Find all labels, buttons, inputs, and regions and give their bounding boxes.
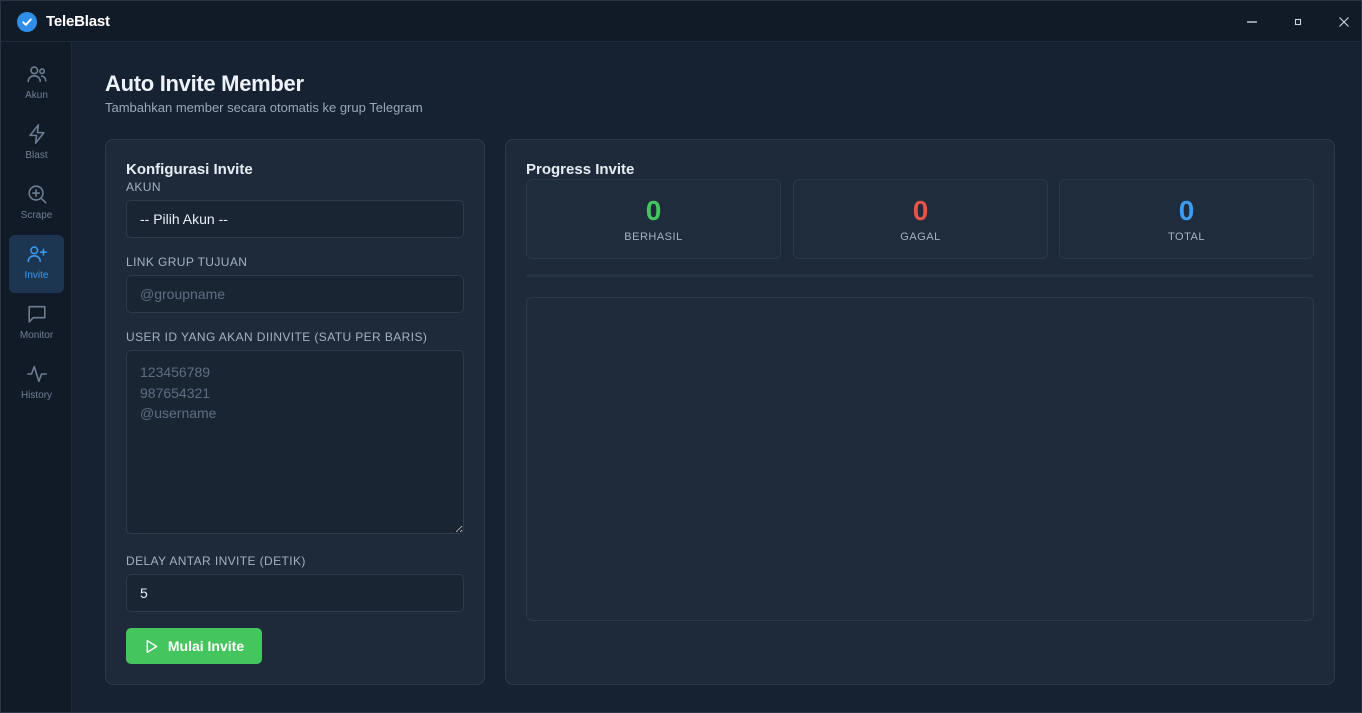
account-select[interactable]: -- Pilih Akun -- [126,200,464,238]
stat-success: 0 BERHASIL [526,179,781,259]
page-title: Auto Invite Member [105,71,304,96]
sidebar: Akun Blast Scrape Invite Monitor History [1,42,72,712]
minimize-button[interactable] [1241,11,1263,33]
stat-label: GAGAL [900,231,941,243]
minimize-icon [1247,21,1257,23]
close-icon [1339,17,1349,27]
stat-total: 0 TOTAL [1059,179,1314,259]
stat-label: TOTAL [1168,231,1205,243]
message-square-icon [27,305,46,323]
maximize-icon [1294,18,1302,26]
group-link-label: LINK GRUP TUJUAN [126,255,248,269]
user-ids-textarea[interactable] [126,350,464,534]
sidebar-item-scrape[interactable]: Scrape [9,175,64,233]
sidebar-item-monitor[interactable]: Monitor [9,295,64,353]
app-title: TeleBlast [46,13,110,30]
user-ids-label: USER ID YANG AKAN DIINVITE (SATU PER BAR… [126,330,428,344]
stat-failed: 0 GAGAL [793,179,1048,259]
stat-label: BERHASIL [624,231,683,243]
user-plus-icon [27,246,47,263]
delay-input[interactable] [126,574,464,612]
group-link-input[interactable] [126,275,464,313]
delay-label: DELAY ANTAR INVITE (DETIK) [126,554,306,568]
page-subtitle: Tambahkan member secara otomatis ke grup… [105,100,423,115]
start-invite-label: Mulai Invite [167,638,245,654]
sidebar-item-label: Monitor [19,330,54,341]
app-window: TeleBlast Akun Blast Scrape Invite Monit… [0,0,1362,713]
invite-log[interactable] [526,297,1314,621]
sidebar-item-label: Scrape [20,210,53,221]
config-title: Konfigurasi Invite [126,161,253,178]
stat-value: 0 [645,195,662,226]
sidebar-item-history[interactable]: History [9,355,64,413]
search-plus-icon [27,185,46,204]
sidebar-item-invite[interactable]: Invite [9,235,64,293]
lightning-icon [28,124,45,144]
play-icon [146,639,158,653]
sidebar-item-label: History [20,390,53,401]
maximize-button[interactable] [1287,11,1309,33]
sidebar-item-blast[interactable]: Blast [9,115,64,173]
progress-title: Progress Invite [526,161,635,178]
sidebar-item-label: Akun [25,90,48,101]
progress-card: Progress Invite 0 BERHASIL 0 GAGAL 0 TOT… [505,139,1335,685]
account-label: AKUN [126,180,161,194]
stat-value: 0 [1178,195,1195,226]
close-button[interactable] [1333,11,1355,33]
start-invite-button[interactable]: Mulai Invite [126,628,262,664]
sidebar-item-label: Invite [24,270,49,281]
sidebar-item-label: Blast [25,150,48,161]
title-bar: TeleBlast [1,1,1361,42]
sidebar-item-akun[interactable]: Akun [9,55,64,113]
stat-value: 0 [912,195,929,226]
users-icon [27,66,46,83]
config-card: Konfigurasi Invite AKUN -- Pilih Akun --… [105,139,485,685]
check-circle-icon [17,12,37,32]
progress-bar [526,274,1314,277]
activity-icon [26,365,47,383]
